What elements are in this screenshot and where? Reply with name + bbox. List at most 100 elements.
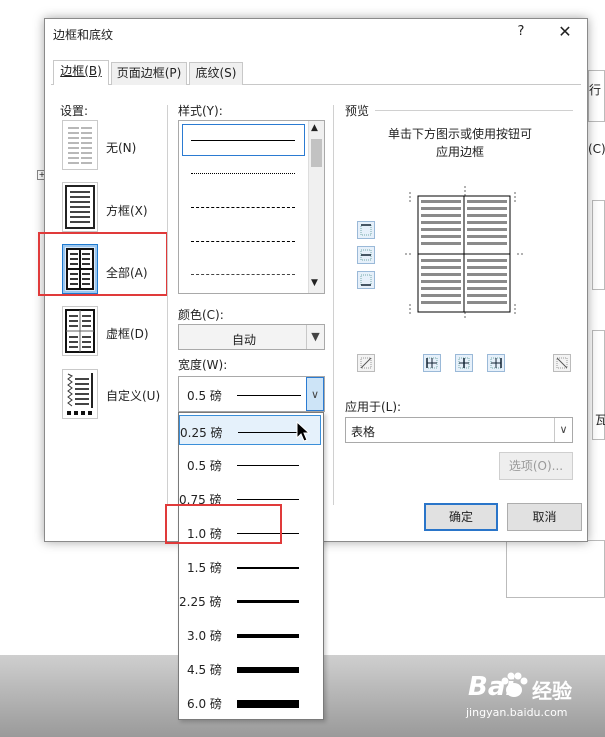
right-border-icon: [490, 357, 502, 369]
left-border-button[interactable]: [423, 354, 441, 372]
background-panel: 行: [588, 70, 605, 122]
grid-border-icon: [65, 309, 95, 353]
scroll-thumb[interactable]: [311, 139, 322, 167]
width-option-label: 4.5 磅: [187, 663, 222, 677]
custom-border-icon: [67, 373, 93, 415]
chevron-down-icon[interactable]: ▼: [306, 325, 324, 349]
close-icon: ✕: [558, 22, 572, 41]
left-border-icon: [426, 357, 438, 369]
background-panel: [506, 540, 605, 598]
preview-hint: 应用边框: [435, 145, 484, 159]
column-separator: [167, 105, 168, 505]
inside-horizontal-border-button[interactable]: [357, 246, 375, 264]
style-scrollbar[interactable]: ▲ ▼: [308, 121, 324, 293]
cancel-button[interactable]: 取消: [507, 503, 582, 531]
scroll-down-icon[interactable]: ▼: [311, 278, 318, 288]
width-option-4-5[interactable]: 4.5 磅: [179, 653, 323, 683]
width-option-label: 0.5 磅: [187, 459, 222, 473]
width-line-sample: [237, 395, 301, 396]
solid-line-sample: [191, 140, 295, 141]
bottom-border-button[interactable]: [357, 271, 375, 289]
background-panel: [592, 200, 605, 290]
color-select[interactable]: 自动 ▼: [178, 324, 325, 350]
right-border-button[interactable]: [487, 354, 505, 372]
background-text: 行: [589, 83, 602, 97]
width-line-sample: [237, 700, 299, 708]
close-button[interactable]: ✕: [555, 22, 575, 42]
preview-table-icon: [405, 186, 525, 320]
preview-hint: 单击下方图示或使用按钮可: [387, 127, 532, 141]
options-button[interactable]: 选项(O)...: [499, 452, 573, 480]
setting-custom-button[interactable]: [62, 369, 98, 419]
width-option-label: 3.0 磅: [187, 629, 222, 643]
width-label: 宽度(W):: [178, 358, 228, 372]
width-option-6-0[interactable]: 6.0 磅: [179, 687, 323, 717]
scroll-up-icon[interactable]: ▲: [311, 123, 318, 133]
tab-page-border[interactable]: 页面边框(P): [111, 62, 187, 85]
width-line-sample: [237, 634, 299, 638]
width-option-2-25[interactable]: 2.25 磅: [179, 585, 323, 615]
tab-label: 底纹(S): [195, 66, 237, 80]
diagonal-down-icon: [556, 357, 568, 369]
column-separator: [333, 105, 334, 505]
color-value: 自动: [232, 333, 257, 347]
setting-none-button[interactable]: [62, 120, 98, 170]
setting-grid-button[interactable]: [62, 306, 98, 356]
apply-to-select[interactable]: 表格 ∨: [345, 417, 573, 443]
setting-grid-label: 虚框(D): [106, 327, 149, 341]
diagonal-up-border-button[interactable]: [553, 354, 571, 372]
top-border-button[interactable]: [357, 221, 375, 239]
width-option-label: 6.0 磅: [187, 697, 222, 711]
dotted-line-option[interactable]: [191, 173, 295, 174]
long-dash-line-option[interactable]: [191, 241, 295, 242]
bottom-border-icon: [360, 274, 372, 286]
width-select[interactable]: 0.5 磅 ∨: [178, 376, 325, 412]
inside-vertical-border-button[interactable]: [455, 354, 473, 372]
width-option-3-0[interactable]: 3.0 磅: [179, 619, 323, 649]
chevron-down-icon[interactable]: ∨: [554, 418, 572, 442]
no-border-icon: [68, 127, 92, 164]
inside-horizontal-border-icon: [360, 249, 372, 261]
background-panel: 瓦: [592, 330, 605, 440]
tab-label: 边框(B): [60, 64, 102, 78]
style-option-selected[interactable]: [182, 124, 305, 156]
help-button[interactable]: ?: [513, 24, 529, 42]
tab-label: 页面边框(P): [116, 66, 182, 80]
inside-vertical-border-icon: [458, 357, 470, 369]
width-option-label: 2.25 磅: [179, 595, 222, 609]
width-option-0-5[interactable]: 0.5 磅: [179, 449, 323, 479]
style-label: 样式(Y):: [178, 104, 223, 118]
width-line-sample: [238, 432, 300, 433]
highlight-box: [38, 232, 168, 296]
dash-dot-line-option[interactable]: [191, 274, 295, 275]
width-dropdown-list[interactable]: 0.25 磅 0.5 磅 0.75 磅 1.0 磅 1.5 磅 2.25 磅 3…: [178, 412, 324, 720]
ok-button[interactable]: 确定: [424, 503, 498, 531]
watermark-url: jingyan.baidu.com: [466, 706, 568, 719]
tab-shading[interactable]: 底纹(S): [189, 62, 243, 85]
tab-borders[interactable]: 边框(B): [53, 60, 109, 85]
dialog-title: 边框和底纹: [53, 28, 114, 42]
width-option-label: 1.5 磅: [187, 561, 222, 575]
width-option-1-5[interactable]: 1.5 磅: [179, 551, 323, 581]
preview-rule: [375, 110, 573, 111]
width-line-sample: [237, 465, 299, 466]
width-option-label: 0.25 磅: [180, 426, 223, 440]
color-label: 颜色(C):: [178, 308, 224, 322]
dashed-line-option[interactable]: [191, 207, 295, 208]
setting-none-label: 无(N): [106, 141, 137, 155]
width-line-sample: [237, 567, 299, 569]
preview-diagram[interactable]: [405, 184, 525, 324]
setting-custom-label: 自定义(U): [106, 389, 161, 403]
chevron-down-icon[interactable]: ∨: [306, 377, 324, 411]
width-line-sample: [237, 600, 299, 603]
top-border-icon: [360, 224, 372, 236]
background-text: 瓦: [595, 413, 605, 427]
style-listbox[interactable]: ▲ ▼: [178, 120, 325, 294]
mouse-cursor-icon: [296, 421, 310, 442]
diagonal-down-border-button[interactable]: [357, 354, 375, 372]
highlight-box: [165, 504, 282, 544]
width-line-sample: [237, 667, 299, 673]
setting-box-button[interactable]: [62, 182, 98, 232]
background-text: (C): [588, 142, 605, 156]
diagonal-up-icon: [360, 357, 372, 369]
